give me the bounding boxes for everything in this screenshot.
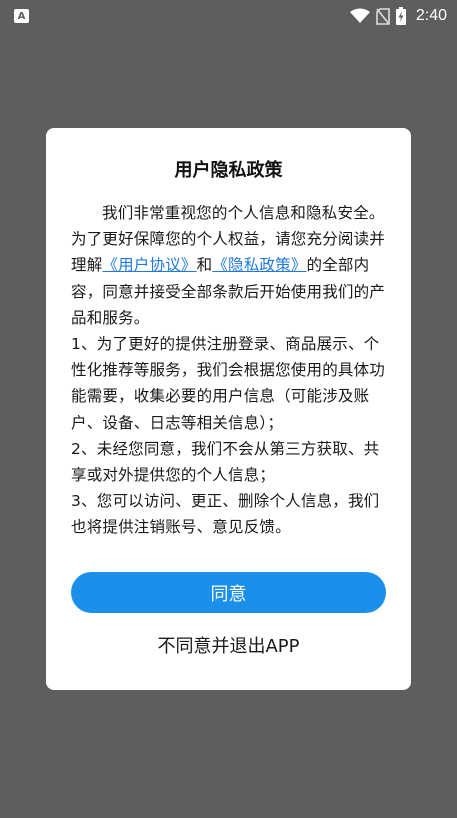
battery-charging-icon <box>395 7 406 25</box>
no-sim-icon <box>376 7 390 25</box>
disagree-exit-button[interactable]: 不同意并退出APP <box>46 628 411 662</box>
agree-button[interactable]: 同意 <box>71 572 386 613</box>
status-time: 2:40 <box>415 7 447 24</box>
dialog-title: 用户隐私政策 <box>174 160 283 181</box>
wifi-icon <box>349 8 370 24</box>
dialog-body: 我们非常重视您的个人信息和隐私安全。为了更好保障您的个人权益，请您充分阅读并理解… <box>71 200 391 541</box>
status-left: A <box>14 9 29 23</box>
policy-item-1: 1、为了更好的提供注册登录、商品展示、个性化推荐等服务，我们会根据您使用的具体功… <box>71 335 386 432</box>
privacy-policy-link[interactable]: 《隐私政策》 <box>212 256 306 274</box>
intro-paragraph: 我们非常重视您的个人信息和隐私安全。为了更好保障您的个人权益，请您充分阅读并理解… <box>71 200 391 331</box>
user-agreement-link[interactable]: 《用户协议》 <box>102 256 196 274</box>
status-right: 2:40 <box>349 7 447 25</box>
and-text: 和 <box>196 256 213 275</box>
app-notification-icon: A <box>14 9 29 23</box>
privacy-dialog: 用户隐私政策 我们非常重视您的个人信息和隐私安全。为了更好保障您的个人权益，请您… <box>46 128 411 690</box>
policy-item-2: 2、未经您同意，我们不会从第三方获取、共享或对外提供您的个人信息； <box>71 439 380 485</box>
status-bar: A 2:40 <box>0 0 457 32</box>
policy-item-3: 3、您可以访问、更正、删除个人信息，我们也将提供注销账号、意见反馈。 <box>71 492 380 537</box>
